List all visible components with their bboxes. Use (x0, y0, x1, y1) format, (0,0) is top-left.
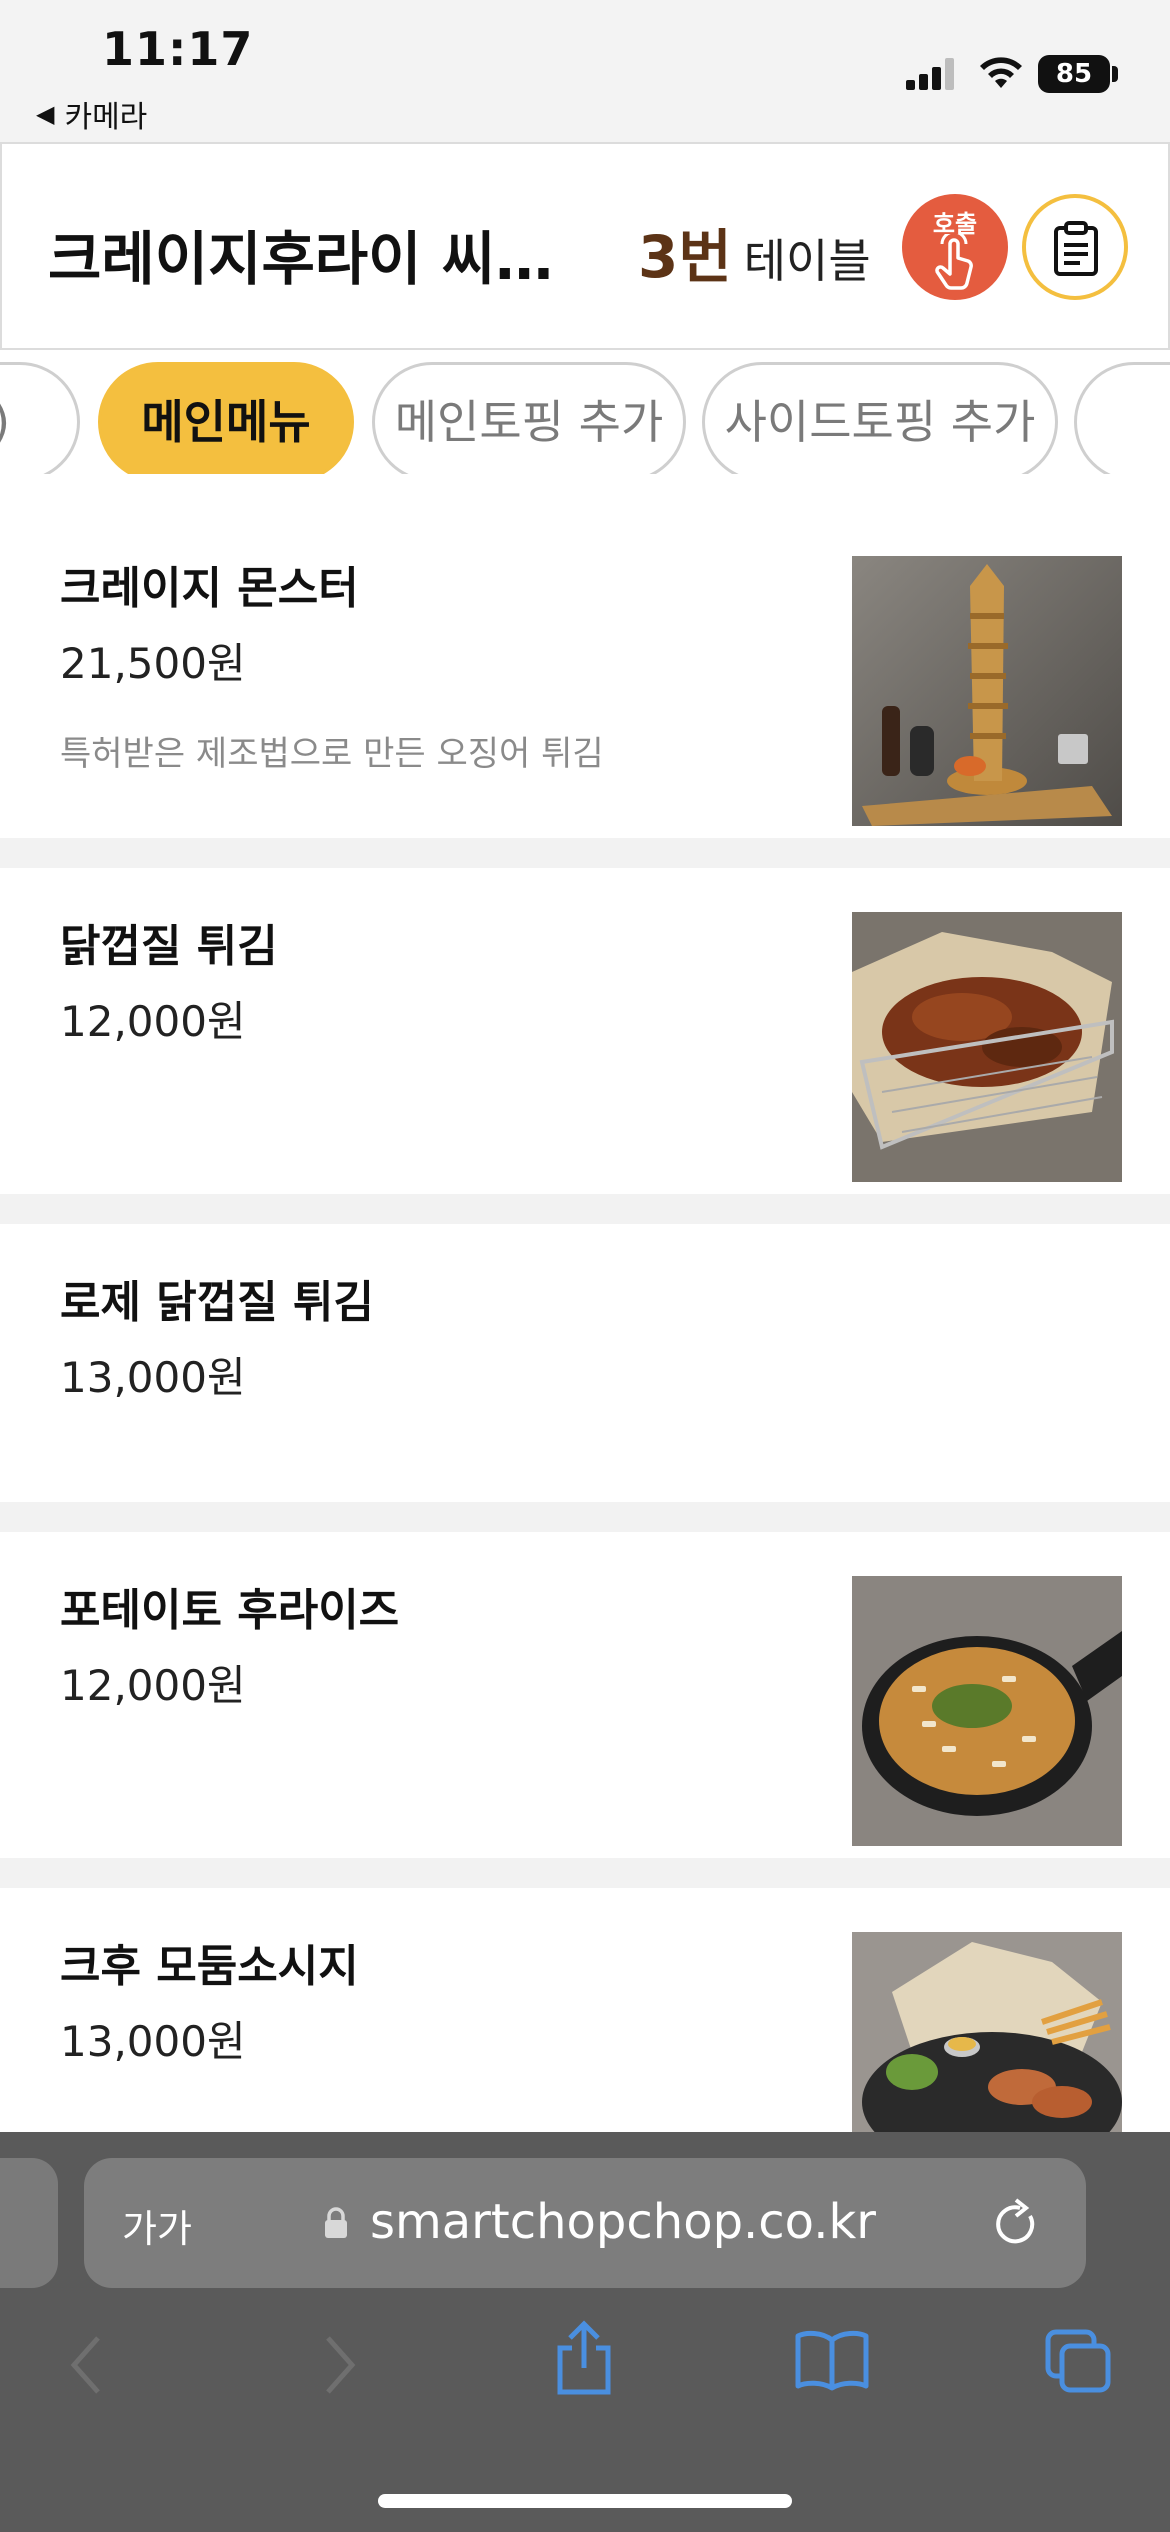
menu-item-crazy-monster[interactable]: 크레이지 몬스터 21,500원 특허받은 제조법으로 만든 오징어 튀김 (0, 500, 1170, 838)
clipboard-icon (1054, 221, 1098, 276)
address-bar[interactable]: 가가 smartchopchop.co.kr (84, 2158, 1086, 2288)
back-triangle-icon: ◀ (36, 100, 55, 128)
menu-item-potato-fries[interactable]: 포테이토 후라이즈 12,000원 (0, 1532, 1170, 1858)
table-number: 3번 (638, 223, 732, 291)
status-bar: 11:17 ◀ 카메라 85 (0, 0, 1170, 142)
loaded-fries-skillet-photo (852, 1576, 1122, 1846)
menu-item-image (852, 1932, 1122, 2132)
menu-item-price: 13,000원 (60, 1353, 246, 1402)
menu-item-price: 21,500원 (60, 639, 246, 688)
item-separator (0, 1858, 1170, 1888)
share-icon[interactable] (552, 2320, 616, 2398)
bookmarks-icon[interactable] (794, 2328, 870, 2392)
previous-tab-preview[interactable] (0, 2158, 58, 2288)
fried-squid-tower-photo (852, 556, 1122, 826)
menu-item-sausage-platter[interactable]: 크후 모둠소시지 13,000원 (0, 1888, 1170, 2132)
menu-item-name: 닭껍질 튀김 (60, 921, 278, 972)
menu-item-price: 13,000원 (60, 2017, 246, 2066)
table-label: 테이블 (743, 234, 871, 288)
tab-previous[interactable]: 인) (0, 362, 80, 474)
forward-chevron-icon[interactable] (320, 2332, 360, 2398)
menu-item-image (852, 556, 1122, 826)
item-separator (0, 1502, 1170, 1532)
home-indicator[interactable] (378, 2494, 792, 2508)
wifi-icon (980, 57, 1022, 88)
menu-item-price: 12,000원 (60, 1661, 246, 1710)
text-size-button[interactable]: 가가 (122, 2198, 192, 2253)
menu-item-chicken-skin[interactable]: 닭껍질 튀김 12,000원 (0, 868, 1170, 1194)
item-separator (0, 838, 1170, 868)
lock-icon (325, 2207, 347, 2238)
back-app-label: 카메라 (64, 100, 148, 135)
battery-cap (1112, 66, 1118, 82)
status-time: 11:17 (102, 22, 254, 76)
call-staff-button[interactable]: 호출 (902, 194, 1008, 300)
back-chevron-icon[interactable] (66, 2332, 106, 2398)
menu-item-name: 로제 닭껍질 튀김 (60, 1277, 374, 1328)
back-to-camera-link[interactable]: ◀ 카메라 (36, 92, 147, 136)
fried-chicken-skin-basket-photo (852, 912, 1122, 1182)
tab-main-menu[interactable]: 메인메뉴 (98, 362, 354, 474)
item-separator (0, 1194, 1170, 1224)
tab-main-topping[interactable]: 메인토핑 추가 (372, 362, 686, 474)
menu-item-rose-chicken-skin[interactable]: 로제 닭껍질 튀김 13,000원 (0, 1224, 1170, 1502)
url-text: smartchopchop.co.kr (370, 2194, 876, 2250)
menu-item-name: 크레이지 몬스터 (60, 563, 359, 614)
reload-icon[interactable] (990, 2196, 1042, 2250)
hand-tap-icon (935, 234, 973, 290)
tab-side-topping[interactable]: 사이드토핑 추가 (702, 362, 1058, 474)
tab-next[interactable]: 주 (1074, 362, 1170, 474)
menu-item-description: 특허받은 제조법으로 만든 오징어 튀김 (60, 734, 604, 774)
order-history-button[interactable] (1022, 194, 1128, 300)
tabs-icon[interactable] (1044, 2328, 1114, 2394)
menu-item-image (852, 1576, 1122, 1846)
store-name: 크레이지후라이 씨티… (48, 225, 588, 293)
store-header: 크레이지후라이 씨티… 3번 테이블 호출 (0, 142, 1170, 350)
menu-item-name: 포테이토 후라이즈 (60, 1585, 400, 1636)
category-tabs: 인) 메인메뉴 메인토핑 추가 사이드토핑 추가 주 (0, 350, 1170, 474)
menu-item-price: 12,000원 (60, 997, 246, 1046)
sausage-platter-photo (852, 1932, 1122, 2132)
browser-toolbar: 가가 smartchopchop.co.kr (0, 2132, 1170, 2532)
menu-item-image (852, 912, 1122, 1182)
menu-item-name: 크후 모둠소시지 (60, 1941, 359, 1992)
battery-level: 85 (1038, 55, 1110, 93)
cellular-signal-icon (906, 58, 958, 90)
table-info: 3번 테이블 (638, 210, 871, 294)
